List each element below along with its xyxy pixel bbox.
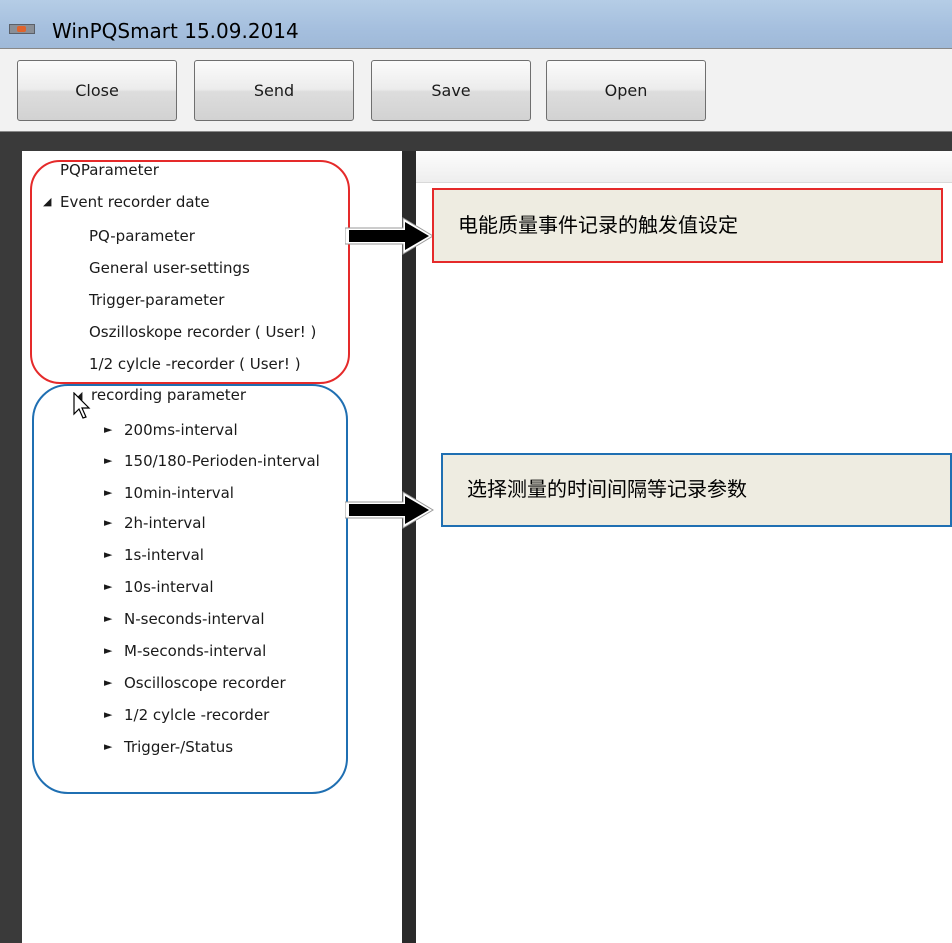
app-icon — [9, 24, 35, 34]
toolbar: Close Send Save Open — [0, 48, 952, 132]
panel-splitter[interactable] — [402, 151, 416, 943]
title-bar: WinPQSmart 15.09.2014 — [0, 0, 952, 48]
save-button[interactable]: Save — [371, 60, 531, 121]
arrow-right-icon — [345, 491, 434, 529]
close-button[interactable]: Close — [17, 60, 177, 121]
mouse-cursor-icon — [73, 392, 91, 419]
callout-recording-params: 选择测量的时间间隔等记录参数 — [441, 453, 952, 527]
content-panel — [416, 151, 952, 943]
callout-event-trigger: 电能质量事件记录的触发值设定 — [432, 188, 943, 263]
arrow-right-icon — [345, 217, 434, 255]
annotation-blue-outline — [32, 384, 348, 794]
annotation-red-outline — [30, 160, 350, 384]
send-button[interactable]: Send — [194, 60, 354, 121]
open-button[interactable]: Open — [546, 60, 706, 121]
window-title: WinPQSmart 15.09.2014 — [52, 19, 299, 43]
content-header-bar — [416, 151, 952, 183]
